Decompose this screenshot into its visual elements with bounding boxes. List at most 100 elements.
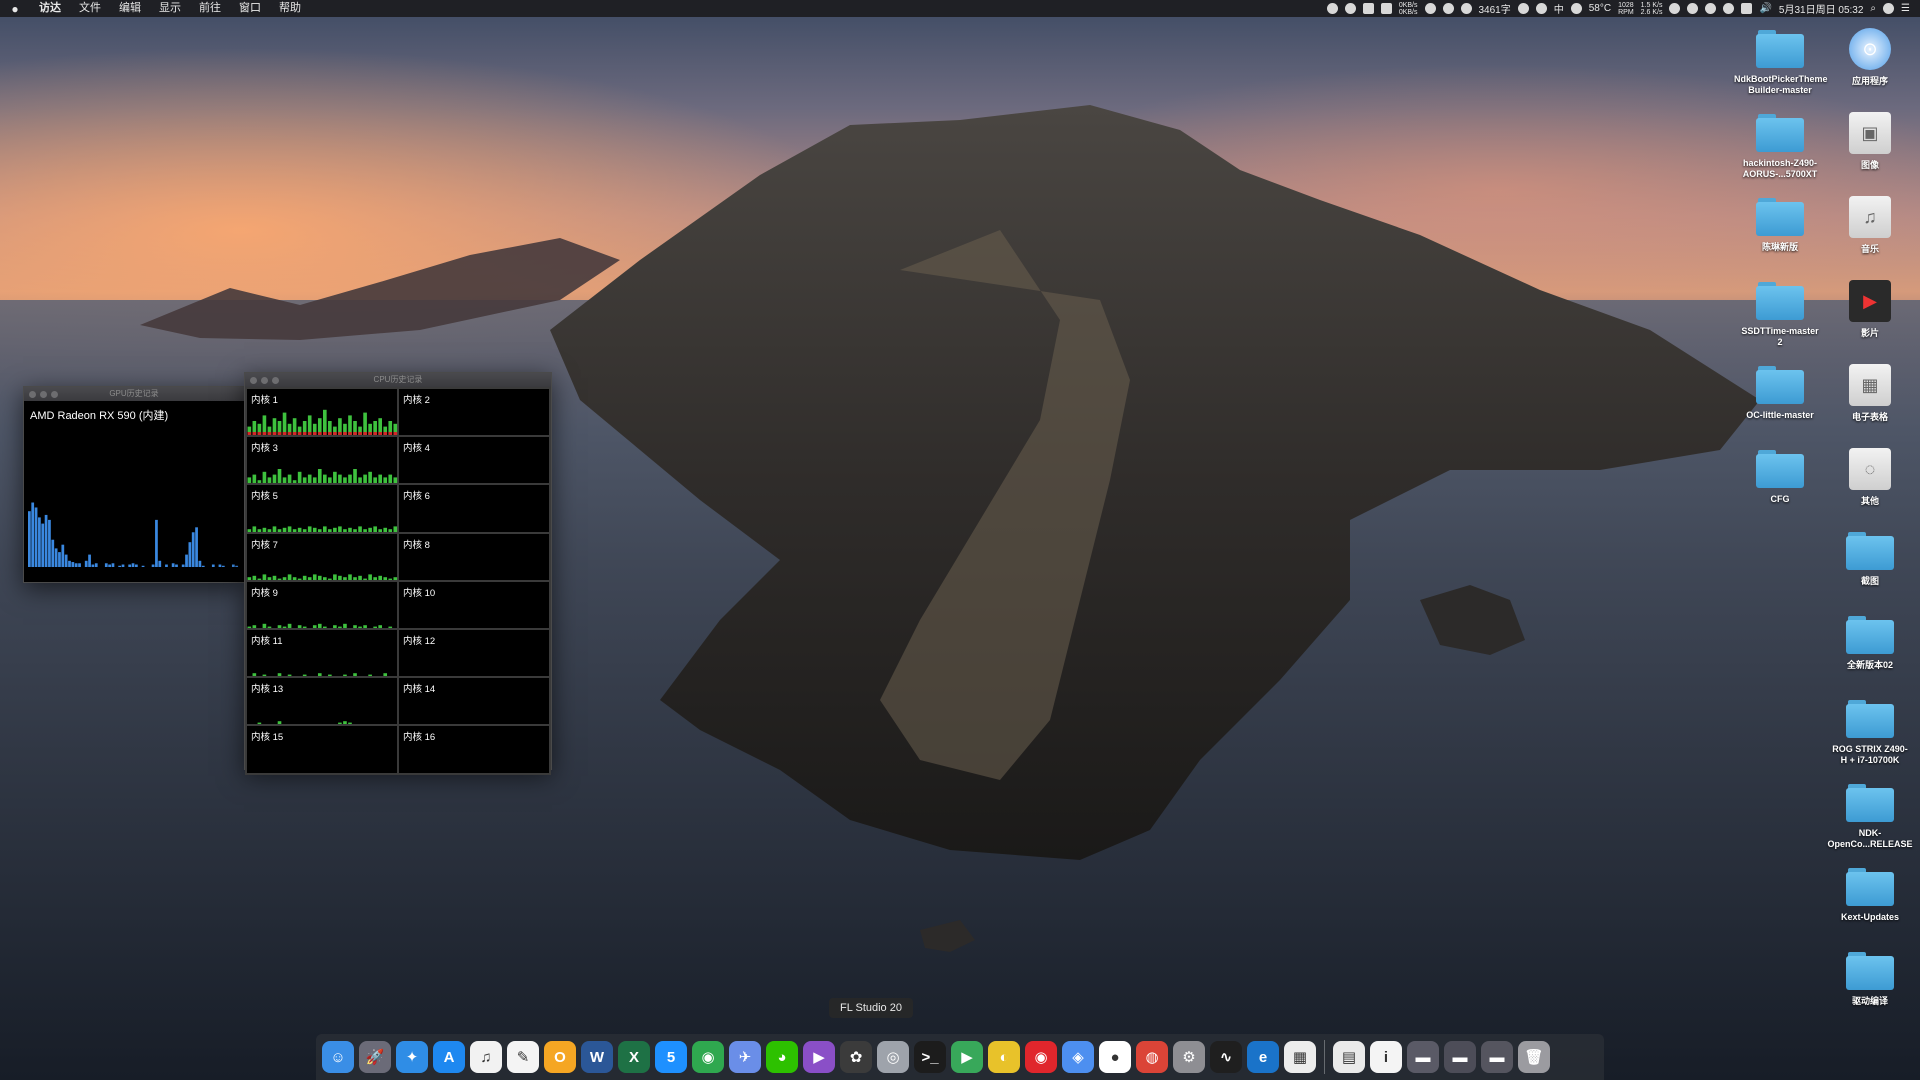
terminal-icon[interactable]: >_	[914, 1041, 946, 1073]
desktop-item[interactable]: ⊙ 应用程序	[1820, 28, 1920, 87]
icloud-icon[interactable]	[1687, 3, 1699, 14]
desktop-item[interactable]: NDK- OpenCo...RELEASE	[1820, 784, 1920, 850]
feather-icon[interactable]: ✈	[729, 1041, 761, 1073]
desktop-item[interactable]: ▦ 电子表格	[1820, 364, 1920, 423]
document-icon[interactable]: ▤	[1333, 1041, 1365, 1073]
trash-icon[interactable]: 🗑	[1518, 1041, 1550, 1073]
notification-bell-icon[interactable]	[1669, 3, 1681, 14]
iqiyi-icon[interactable]: ◐	[988, 1041, 1020, 1073]
net-rate[interactable]: 1.5 K/s 2.6 K/s	[1641, 2, 1663, 16]
baidu-netdisk-icon[interactable]: ◈	[1062, 1041, 1094, 1073]
cpu-temp[interactable]: 58°C	[1589, 3, 1611, 14]
apple-menu-icon[interactable]: ●	[0, 2, 30, 16]
desktop-item[interactable]: ROG STRIX Z490- H + i7-10700K	[1820, 700, 1920, 766]
cpu-system-load-bar	[287, 432, 292, 436]
vpn-icon[interactable]	[1705, 3, 1717, 14]
spotlight-search-icon[interactable]: ⌕	[1870, 3, 1876, 14]
desktop-item[interactable]: SSDTTime-master 2	[1730, 282, 1830, 348]
globe-icon[interactable]: ◉	[692, 1041, 724, 1073]
wechat-status-icon[interactable]	[1570, 3, 1582, 14]
cpu-load-bar	[317, 673, 322, 677]
desktop-item[interactable]: ▣ 图像	[1820, 112, 1920, 171]
menu-item-0[interactable]: 访达	[30, 0, 70, 17]
gpu-history-bar	[231, 564, 235, 567]
finder-icon[interactable]: ☺	[322, 1041, 354, 1073]
screen-thumb-1-icon[interactable]: ▬	[1407, 1041, 1439, 1073]
screen-thumb-3-icon[interactable]: ▬	[1481, 1041, 1513, 1073]
infuse-icon[interactable]: ▶	[951, 1041, 983, 1073]
info-icon[interactable]: i	[1370, 1041, 1402, 1073]
desktop-item[interactable]: 全新版本02	[1820, 616, 1920, 671]
disk-utility-icon[interactable]: ◎	[877, 1041, 909, 1073]
word-count[interactable]: 3461字	[1479, 1, 1511, 16]
wechat-icon[interactable]: ◕	[766, 1041, 798, 1073]
menu-item-3[interactable]: 显示	[150, 0, 190, 17]
netease-music-icon[interactable]: ◉	[1025, 1041, 1057, 1073]
notification-center-icon[interactable]: ☰	[1901, 3, 1910, 14]
cpu-load-bar	[257, 578, 262, 580]
system-preferences-icon[interactable]: ⚙	[1173, 1041, 1205, 1073]
folder-icon	[1756, 282, 1804, 320]
bluetooth-icon[interactable]	[1723, 3, 1735, 14]
gpu-window-titlebar[interactable]: GPU历史记录	[24, 387, 244, 401]
desktop-item[interactable]: hackintosh-Z490- AORUS-...5700XT	[1730, 114, 1830, 180]
desktop-item[interactable]: CFG	[1730, 450, 1830, 505]
clock[interactable]: 5月31日周日 05:32	[1779, 1, 1864, 16]
music-icon[interactable]: ♫	[470, 1041, 502, 1073]
cloud-icon[interactable]	[1442, 3, 1454, 14]
chrome-icon[interactable]: ◍	[1136, 1041, 1168, 1073]
cpu-window-titlebar[interactable]: CPU历史记录	[245, 373, 551, 387]
time-machine-icon[interactable]	[1517, 3, 1529, 14]
menu-item-1[interactable]: 文件	[70, 0, 110, 17]
menu-item-5[interactable]: 窗口	[230, 0, 270, 17]
5-icon[interactable]: 5	[655, 1041, 687, 1073]
volume-icon[interactable]: 🔊	[1759, 3, 1771, 14]
screen-thumb-2-icon[interactable]: ▬	[1444, 1041, 1476, 1073]
mic-icon[interactable]	[1535, 3, 1547, 14]
screenshot-icon[interactable]	[1362, 3, 1374, 14]
launchpad-icon[interactable]: 🚀	[359, 1041, 391, 1073]
siri-icon[interactable]	[1883, 3, 1895, 14]
airplay-icon[interactable]	[1344, 3, 1356, 14]
fl-studio-icon[interactable]: ✿	[840, 1041, 872, 1073]
excel-icon[interactable]: X	[618, 1041, 650, 1073]
cpu-system-load-bar	[343, 432, 347, 436]
desktop-item[interactable]: ◌ 其他	[1820, 448, 1920, 507]
network-icon[interactable]	[1424, 3, 1436, 14]
cpu-core-label: 内核 15	[251, 732, 284, 744]
cpu-core-label: 内核 7	[251, 539, 278, 551]
app-store-icon[interactable]: A	[433, 1041, 465, 1073]
desktop-item[interactable]: ♫ 音乐	[1820, 196, 1920, 255]
desktop-item-label: SSDTTime-master 2	[1741, 326, 1819, 347]
pages-icon[interactable]: ✎	[507, 1041, 539, 1073]
final-cut-icon[interactable]: ▶	[803, 1041, 835, 1073]
safari-icon[interactable]: ✦	[396, 1041, 428, 1073]
input-method[interactable]: 中	[1554, 1, 1564, 16]
mail-icon[interactable]	[1460, 3, 1472, 14]
edge-icon[interactable]: e	[1247, 1041, 1279, 1073]
desktop-item[interactable]: NdkBootPickerTheme Builder-master	[1730, 30, 1830, 96]
menu-item-6[interactable]: 帮助	[270, 0, 310, 17]
display-icon[interactable]	[1741, 3, 1753, 14]
desktop-item[interactable]: ▶ 影片	[1820, 280, 1920, 339]
cpu-load-bar	[328, 674, 332, 677]
cpu-load-bar	[307, 576, 312, 580]
record-icon[interactable]	[1326, 3, 1338, 14]
desktop-item[interactable]: OC-little-master	[1730, 366, 1830, 421]
gpu-history-bar	[108, 564, 111, 567]
ticket-icon[interactable]: O	[544, 1041, 576, 1073]
piano-icon[interactable]: ▦	[1284, 1041, 1316, 1073]
qq-icon[interactable]: ●	[1099, 1041, 1131, 1073]
desktop-item[interactable]: Kext-Updates	[1820, 868, 1920, 923]
gpu-history-bar	[235, 565, 239, 567]
desktop-item[interactable]: 陈琳新版	[1730, 198, 1830, 253]
menu-item-2[interactable]: 编辑	[110, 0, 150, 17]
menu-item-4[interactable]: 前往	[190, 0, 230, 17]
desktop-item[interactable]: 截图	[1820, 532, 1920, 587]
cpu-load-bar	[312, 625, 317, 628]
desktop-item[interactable]: 驱动编译	[1820, 952, 1920, 1007]
word-icon[interactable]: W	[581, 1041, 613, 1073]
lock-icon[interactable]	[1380, 3, 1392, 14]
fan-rpm[interactable]: 1028 RPM	[1618, 2, 1634, 16]
activity-monitor-icon[interactable]: ∿	[1210, 1041, 1242, 1073]
